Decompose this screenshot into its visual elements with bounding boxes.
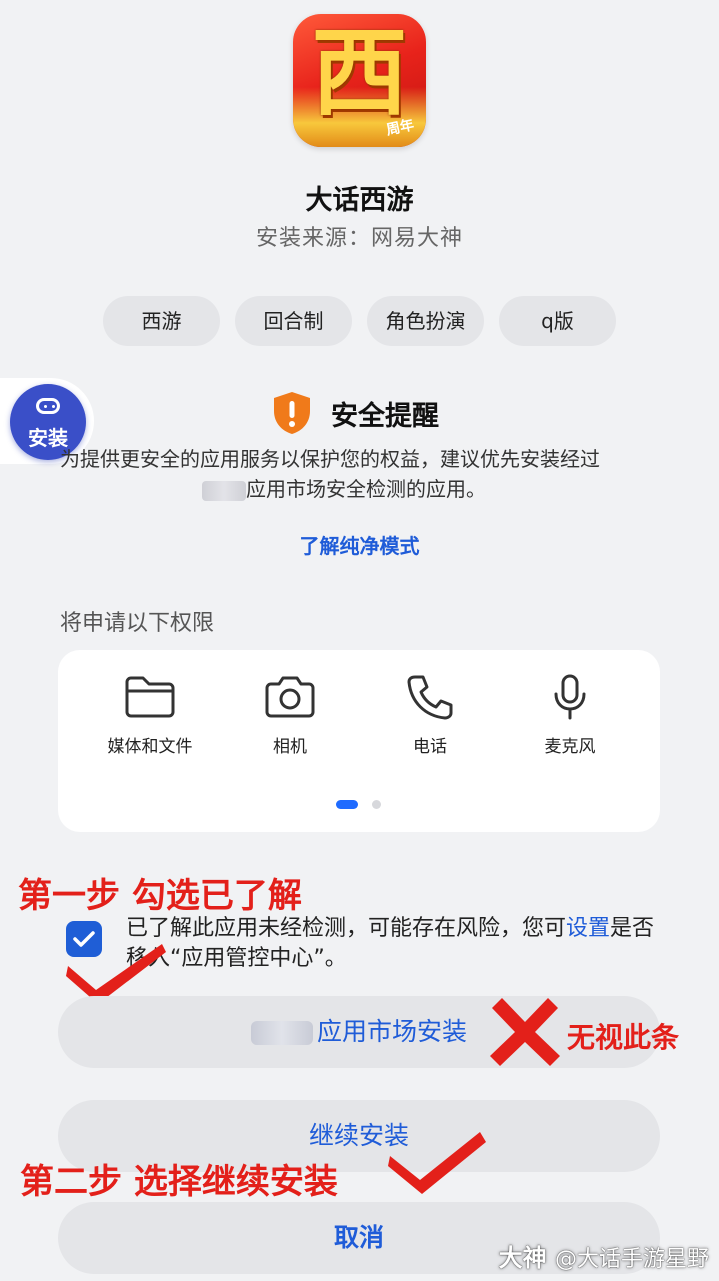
watermark: 大神 @大话手游星野 [499, 1238, 709, 1273]
tag-rpg: 角色扮演 [367, 296, 484, 346]
consent-checkbox[interactable] [66, 921, 102, 957]
tag-q-style: q版 [499, 296, 616, 346]
step1-annotation: 第一步 勾选已了解 [18, 876, 302, 916]
app-icon-glyph: 西 [311, 16, 408, 129]
security-title: 安全提醒 [331, 401, 439, 432]
consent-text: 已了解此应用未经检测，可能存在风险，您可设置是否移入“应用管控中心”。 [126, 914, 666, 974]
ignore-annotation: 无视此条 [567, 1021, 680, 1054]
watermark-brand: 大神 [498, 1244, 547, 1272]
page-indicator-inactive [372, 800, 381, 809]
page-indicator-active [336, 800, 358, 809]
tag-xiyou: 西游 [103, 296, 220, 346]
microphone-icon [554, 674, 586, 720]
step2-annotation: 第二步 选择继续安装 [20, 1162, 338, 1202]
install-source: 安装来源：网易大神 [255, 226, 463, 251]
app-icon: 西 周年 [293, 14, 426, 147]
permission-label: 媒体和文件 [107, 737, 193, 757]
permissions-heading: 将申请以下权限 [60, 611, 215, 636]
app-name: 大话西游 [305, 185, 414, 216]
app-market-install-label: 应用市场安装 [316, 1017, 467, 1046]
security-desc-line2: 应用市场安全检测的应用。 [246, 477, 486, 501]
settings-link[interactable]: 设置 [566, 916, 610, 941]
security-desc-line1: 为提供更安全的应用服务以保护您的权益，建议优先安装经过 [60, 447, 600, 471]
permission-phone: 电话 [355, 674, 505, 757]
blurred-brand [202, 480, 246, 501]
blurred-brand [250, 1021, 313, 1045]
tag-turn-based: 回合制 [235, 296, 352, 346]
camera-icon [265, 676, 315, 718]
phone-icon [407, 675, 453, 720]
permission-label: 麦克风 [544, 737, 596, 757]
permission-microphone: 麦克风 [495, 674, 645, 757]
learn-pure-mode-link[interactable]: 了解纯净模式 [0, 530, 719, 559]
gamepad-icon [36, 398, 60, 414]
security-description: 为提供更安全的应用服务以保护您的权益，建议优先安装经过 应用市场安全检测的应用。 [60, 444, 680, 504]
permissions-card[interactable]: 媒体和文件 相机 电话 麦克风 [58, 650, 660, 832]
permission-label: 电话 [413, 737, 447, 757]
permission-camera: 相机 [215, 674, 365, 757]
consent-text-before: 已了解此应用未经检测，可能存在风险，您可 [126, 916, 567, 941]
permission-label: 相机 [273, 737, 307, 757]
watermark-handle: @大话手游星野 [554, 1247, 709, 1272]
shield-warning-icon [274, 392, 310, 434]
permission-media-files: 媒体和文件 [75, 674, 225, 757]
folder-icon [125, 676, 175, 718]
checkmark-icon [73, 931, 95, 947]
